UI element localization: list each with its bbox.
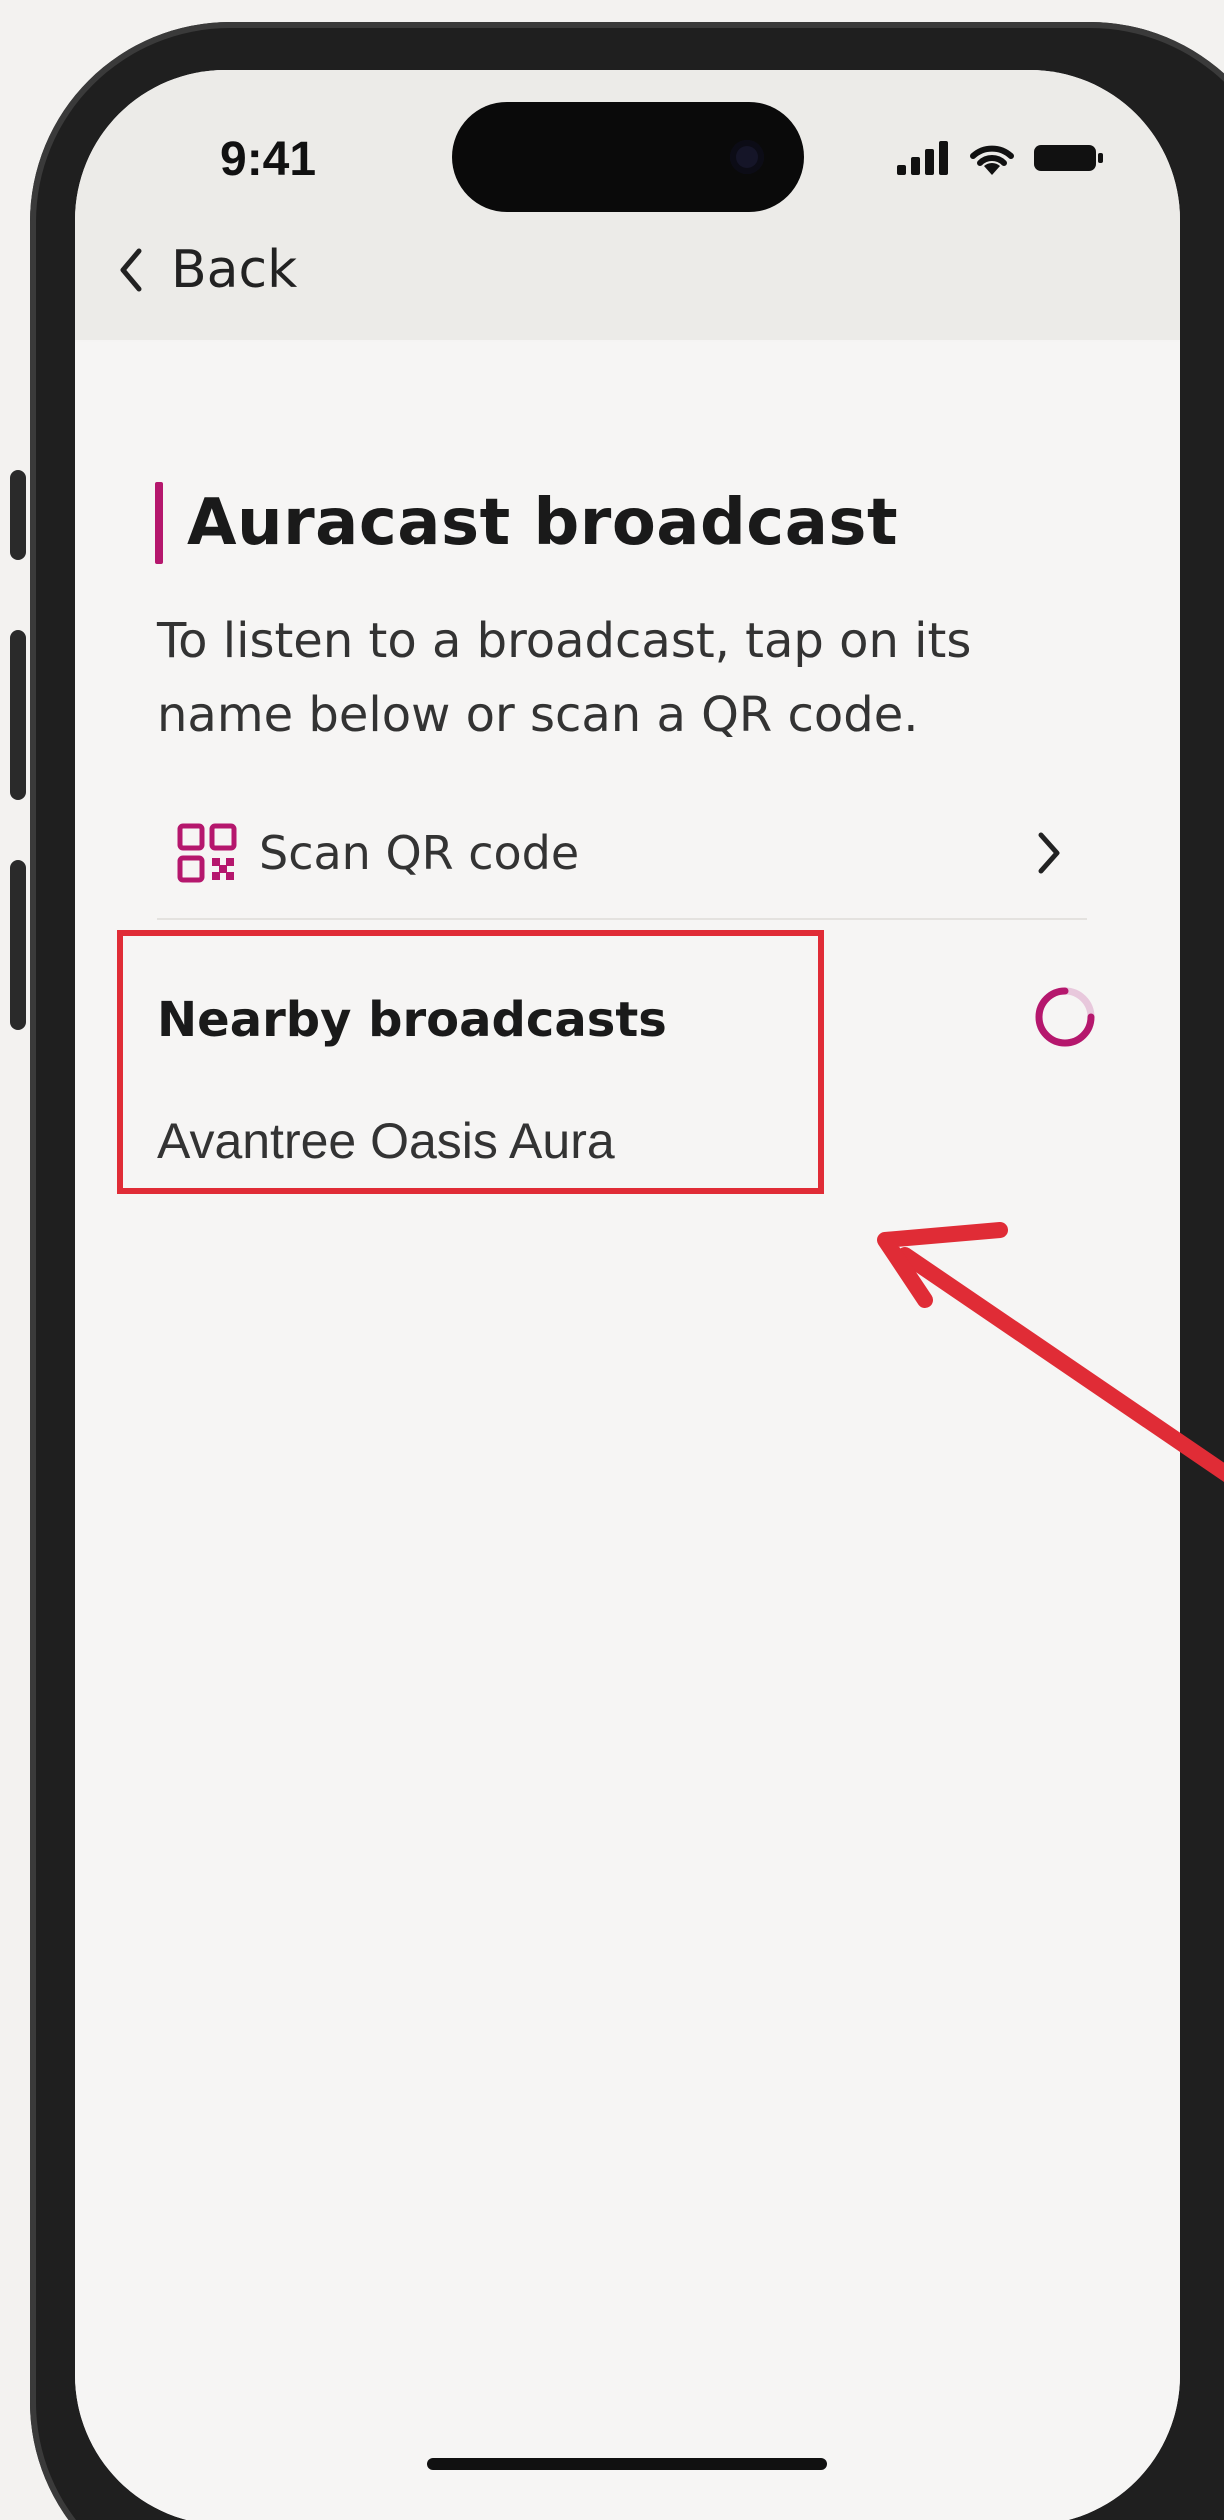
qr-code-icon [177,823,237,883]
back-label: Back [171,240,298,300]
action-button [10,470,26,560]
status-time: 9:41 [220,133,317,186]
dynamic-island [452,102,804,212]
page-description: To listen to a broadcast, tap on its nam… [157,613,972,743]
chevron-left-icon [120,248,142,292]
scan-qr-code-row[interactable]: Scan QR code [157,788,1087,920]
status-bar: 9:41 Back [75,70,1180,340]
scan-qr-code-label: Scan QR code [259,826,580,880]
signal-icon [897,141,948,175]
volume-down-button [10,860,26,1030]
camera-icon [730,140,764,174]
annotation-highlight-box [117,930,824,1194]
page-title: Auracast broadcast [187,486,899,560]
phone-screen: 9:41 Back Auracast broadcast To listen t… [75,70,1180,2520]
title-accent-bar [155,482,163,564]
home-indicator [427,2458,827,2470]
chevron-right-icon [1038,832,1060,874]
volume-up-button [10,630,26,800]
status-icons [897,130,1105,186]
wifi-icon [970,145,1014,175]
back-button[interactable]: Back [115,230,297,310]
loading-spinner-icon [1035,987,1095,1047]
page-header: Auracast broadcast [155,482,898,564]
content-card: Auracast broadcast To listen to a broadc… [75,342,1180,2520]
screenshot-stage: 9:41 Back Auracast broadcast To listen t… [0,0,1224,2520]
battery-icon [1034,145,1103,171]
